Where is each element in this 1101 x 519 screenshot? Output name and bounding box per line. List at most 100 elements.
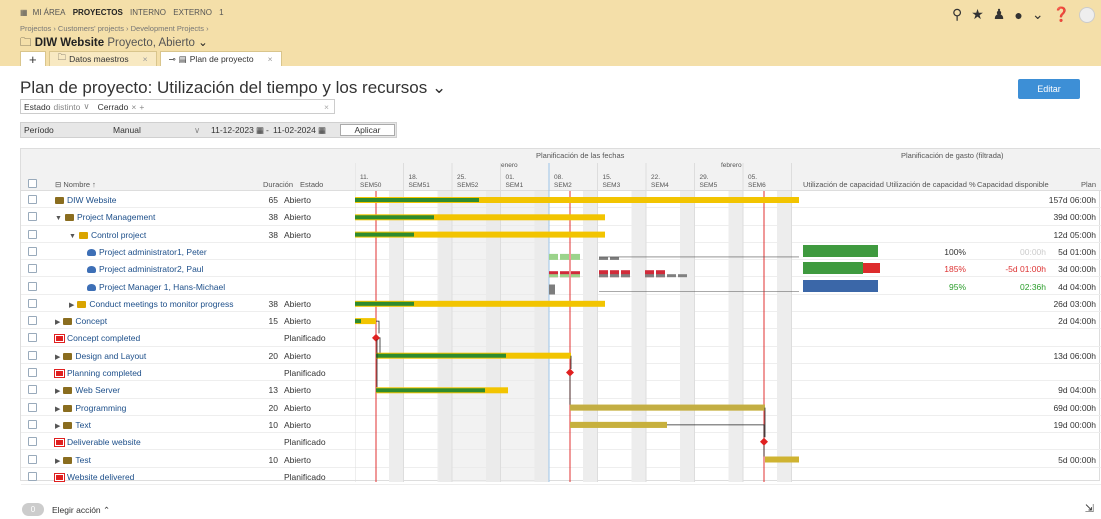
- tab-datos-maestros[interactable]: 🗀 Datos maestros ×: [48, 51, 157, 66]
- row-name-cell[interactable]: ▶ Design and Layout: [55, 351, 146, 361]
- row-checkbox[interactable]: [28, 195, 37, 204]
- row-checkbox[interactable]: [28, 333, 37, 343]
- close-icon[interactable]: ×: [268, 54, 273, 64]
- row-status: Abierto: [284, 454, 311, 465]
- chevron-down-icon[interactable]: ∨: [194, 125, 200, 136]
- row-checkbox[interactable]: [28, 281, 37, 291]
- chevron-down-icon[interactable]: ⌄: [1032, 6, 1044, 23]
- row-name-cell[interactable]: ▶ Conduct meetings to monitor progress: [69, 299, 234, 309]
- calendar-icon[interactable]: ▦: [256, 125, 264, 136]
- row-name-cell[interactable]: ▼ Project Management: [55, 212, 155, 222]
- edit-button[interactable]: Editar: [1018, 79, 1080, 99]
- row-checkbox[interactable]: [28, 264, 37, 274]
- row-name-cell[interactable]: Website delivered: [54, 472, 134, 482]
- filter-op[interactable]: distinto: [53, 102, 80, 112]
- row-name-cell[interactable]: ▶ Test: [55, 455, 91, 465]
- nav-icon[interactable]: ▦: [20, 8, 28, 17]
- clear-icon[interactable]: ×: [324, 102, 329, 112]
- row-name-cell[interactable]: ▶ Web Server: [55, 385, 120, 395]
- row-checkbox[interactable]: [28, 229, 37, 239]
- page-title[interactable]: Plan de proyecto: Utilización del tiempo…: [20, 78, 446, 98]
- row-checkbox[interactable]: [28, 212, 37, 222]
- nav-proyectos[interactable]: PROYECTOS: [73, 8, 123, 17]
- action-select[interactable]: Elegir acción ⌃: [52, 505, 110, 516]
- export-icon[interactable]: ⇲: [1085, 502, 1094, 515]
- row-name-cell[interactable]: Project administrator1, Peter: [87, 247, 207, 257]
- nav-interno[interactable]: INTERNO: [130, 8, 166, 17]
- nav-externo[interactable]: EXTERNO: [173, 8, 212, 17]
- date-from[interactable]: 11-12-2023: [211, 125, 254, 135]
- tab-plan-de-proyecto[interactable]: ⊸ ▤ Plan de proyecto ×: [159, 51, 282, 66]
- nav-mi-area[interactable]: MI ÁREA: [33, 8, 66, 17]
- chevron-down-icon[interactable]: ⌄: [432, 78, 446, 97]
- date-to[interactable]: 11-02-2024: [273, 125, 316, 135]
- row-name-cell[interactable]: ▶ Concept: [55, 316, 107, 326]
- expand-right-icon[interactable]: ▶: [55, 388, 60, 395]
- bell-icon[interactable]: ♟: [993, 6, 1006, 23]
- row-checkbox[interactable]: [28, 402, 37, 412]
- filter-field[interactable]: Estado: [24, 102, 50, 112]
- resource-block: [599, 274, 608, 278]
- row-name: Project administrator2, Paul: [99, 264, 204, 275]
- row-name-cell[interactable]: Concept completed: [54, 333, 140, 344]
- weekend-shade: [631, 191, 646, 482]
- expand-down-icon[interactable]: ▼: [55, 215, 62, 222]
- avatar[interactable]: [1079, 6, 1095, 23]
- close-icon[interactable]: ×: [143, 54, 148, 64]
- remove-icon[interactable]: ×: [131, 102, 136, 112]
- search-icon[interactable]: ⚲: [952, 6, 962, 23]
- breadcrumb[interactable]: Projectos › Customers' projects › Develo…: [20, 24, 209, 33]
- row-checkbox[interactable]: [28, 350, 37, 360]
- period-mode[interactable]: Manual: [113, 125, 141, 135]
- gantt-progress: [376, 353, 506, 358]
- col-util[interactable]: Utilización de capacidad: [803, 180, 884, 189]
- row-name-cell[interactable]: DIW Website: [55, 195, 116, 205]
- row-plan: 5d 00:00h: [1058, 454, 1096, 465]
- expand-down-icon[interactable]: ▼: [69, 233, 76, 240]
- pin-icon[interactable]: ⊸: [169, 54, 176, 65]
- chevron-up-icon[interactable]: ⌃: [103, 505, 110, 515]
- row-checkbox[interactable]: [28, 385, 37, 395]
- row-checkbox[interactable]: [28, 454, 37, 464]
- select-all-checkbox[interactable]: [28, 179, 37, 188]
- add-tab-button[interactable]: +: [20, 51, 46, 67]
- row-status: Abierto: [284, 316, 311, 327]
- col-plan[interactable]: Plan: [1081, 180, 1096, 189]
- col-status[interactable]: Estado: [300, 180, 323, 189]
- row-checkbox[interactable]: [28, 298, 37, 308]
- row-name-cell[interactable]: Project Manager 1, Hans-Michael: [87, 282, 225, 292]
- row-name-cell[interactable]: Planning completed: [54, 368, 142, 378]
- expand-right-icon[interactable]: ▶: [55, 319, 60, 326]
- timer-icon[interactable]: ●: [1014, 7, 1022, 23]
- col-util-pct[interactable]: Utilización de capacidad %: [886, 180, 976, 189]
- filter-bar[interactable]: Estado distinto ∨ Cerrado × + ×: [20, 99, 335, 114]
- row-checkbox[interactable]: [28, 471, 37, 481]
- star-icon[interactable]: ★: [971, 6, 984, 23]
- row-name-cell[interactable]: Project administrator2, Paul: [87, 264, 203, 274]
- chevron-down-icon[interactable]: ⌄: [198, 37, 208, 49]
- row-name-cell[interactable]: ▼ Control project: [69, 230, 146, 240]
- calendar-icon[interactable]: ▦: [318, 125, 326, 136]
- expand-right-icon[interactable]: ▶: [55, 458, 60, 465]
- col-duration[interactable]: Duración: [263, 180, 293, 189]
- row-checkbox[interactable]: [28, 368, 37, 377]
- filter-value[interactable]: Cerrado: [98, 102, 129, 112]
- add-filter-icon[interactable]: +: [139, 102, 144, 112]
- row-name-cell[interactable]: ▶ Text: [55, 420, 91, 430]
- row-name-cell[interactable]: Deliverable website: [54, 437, 141, 448]
- row-checkbox[interactable]: [28, 246, 37, 256]
- nav-count[interactable]: 1: [219, 8, 223, 17]
- chevron-down-icon[interactable]: ∨: [83, 101, 89, 112]
- row-checkbox[interactable]: [28, 419, 37, 429]
- col-name[interactable]: ⊟ Nombre ↑: [55, 180, 96, 189]
- apply-button[interactable]: Aplicar: [340, 124, 395, 136]
- col-avail[interactable]: Capacidad disponible: [977, 180, 1049, 189]
- row-checkbox[interactable]: [28, 316, 37, 326]
- expand-right-icon[interactable]: ▶: [55, 406, 60, 413]
- expand-right-icon[interactable]: ▶: [69, 302, 74, 309]
- expand-right-icon[interactable]: ▶: [55, 354, 60, 361]
- row-checkbox[interactable]: [28, 437, 37, 447]
- row-name-cell[interactable]: ▶ Programming: [55, 403, 126, 413]
- help-icon[interactable]: ❓: [1053, 6, 1070, 23]
- expand-right-icon[interactable]: ▶: [55, 423, 60, 430]
